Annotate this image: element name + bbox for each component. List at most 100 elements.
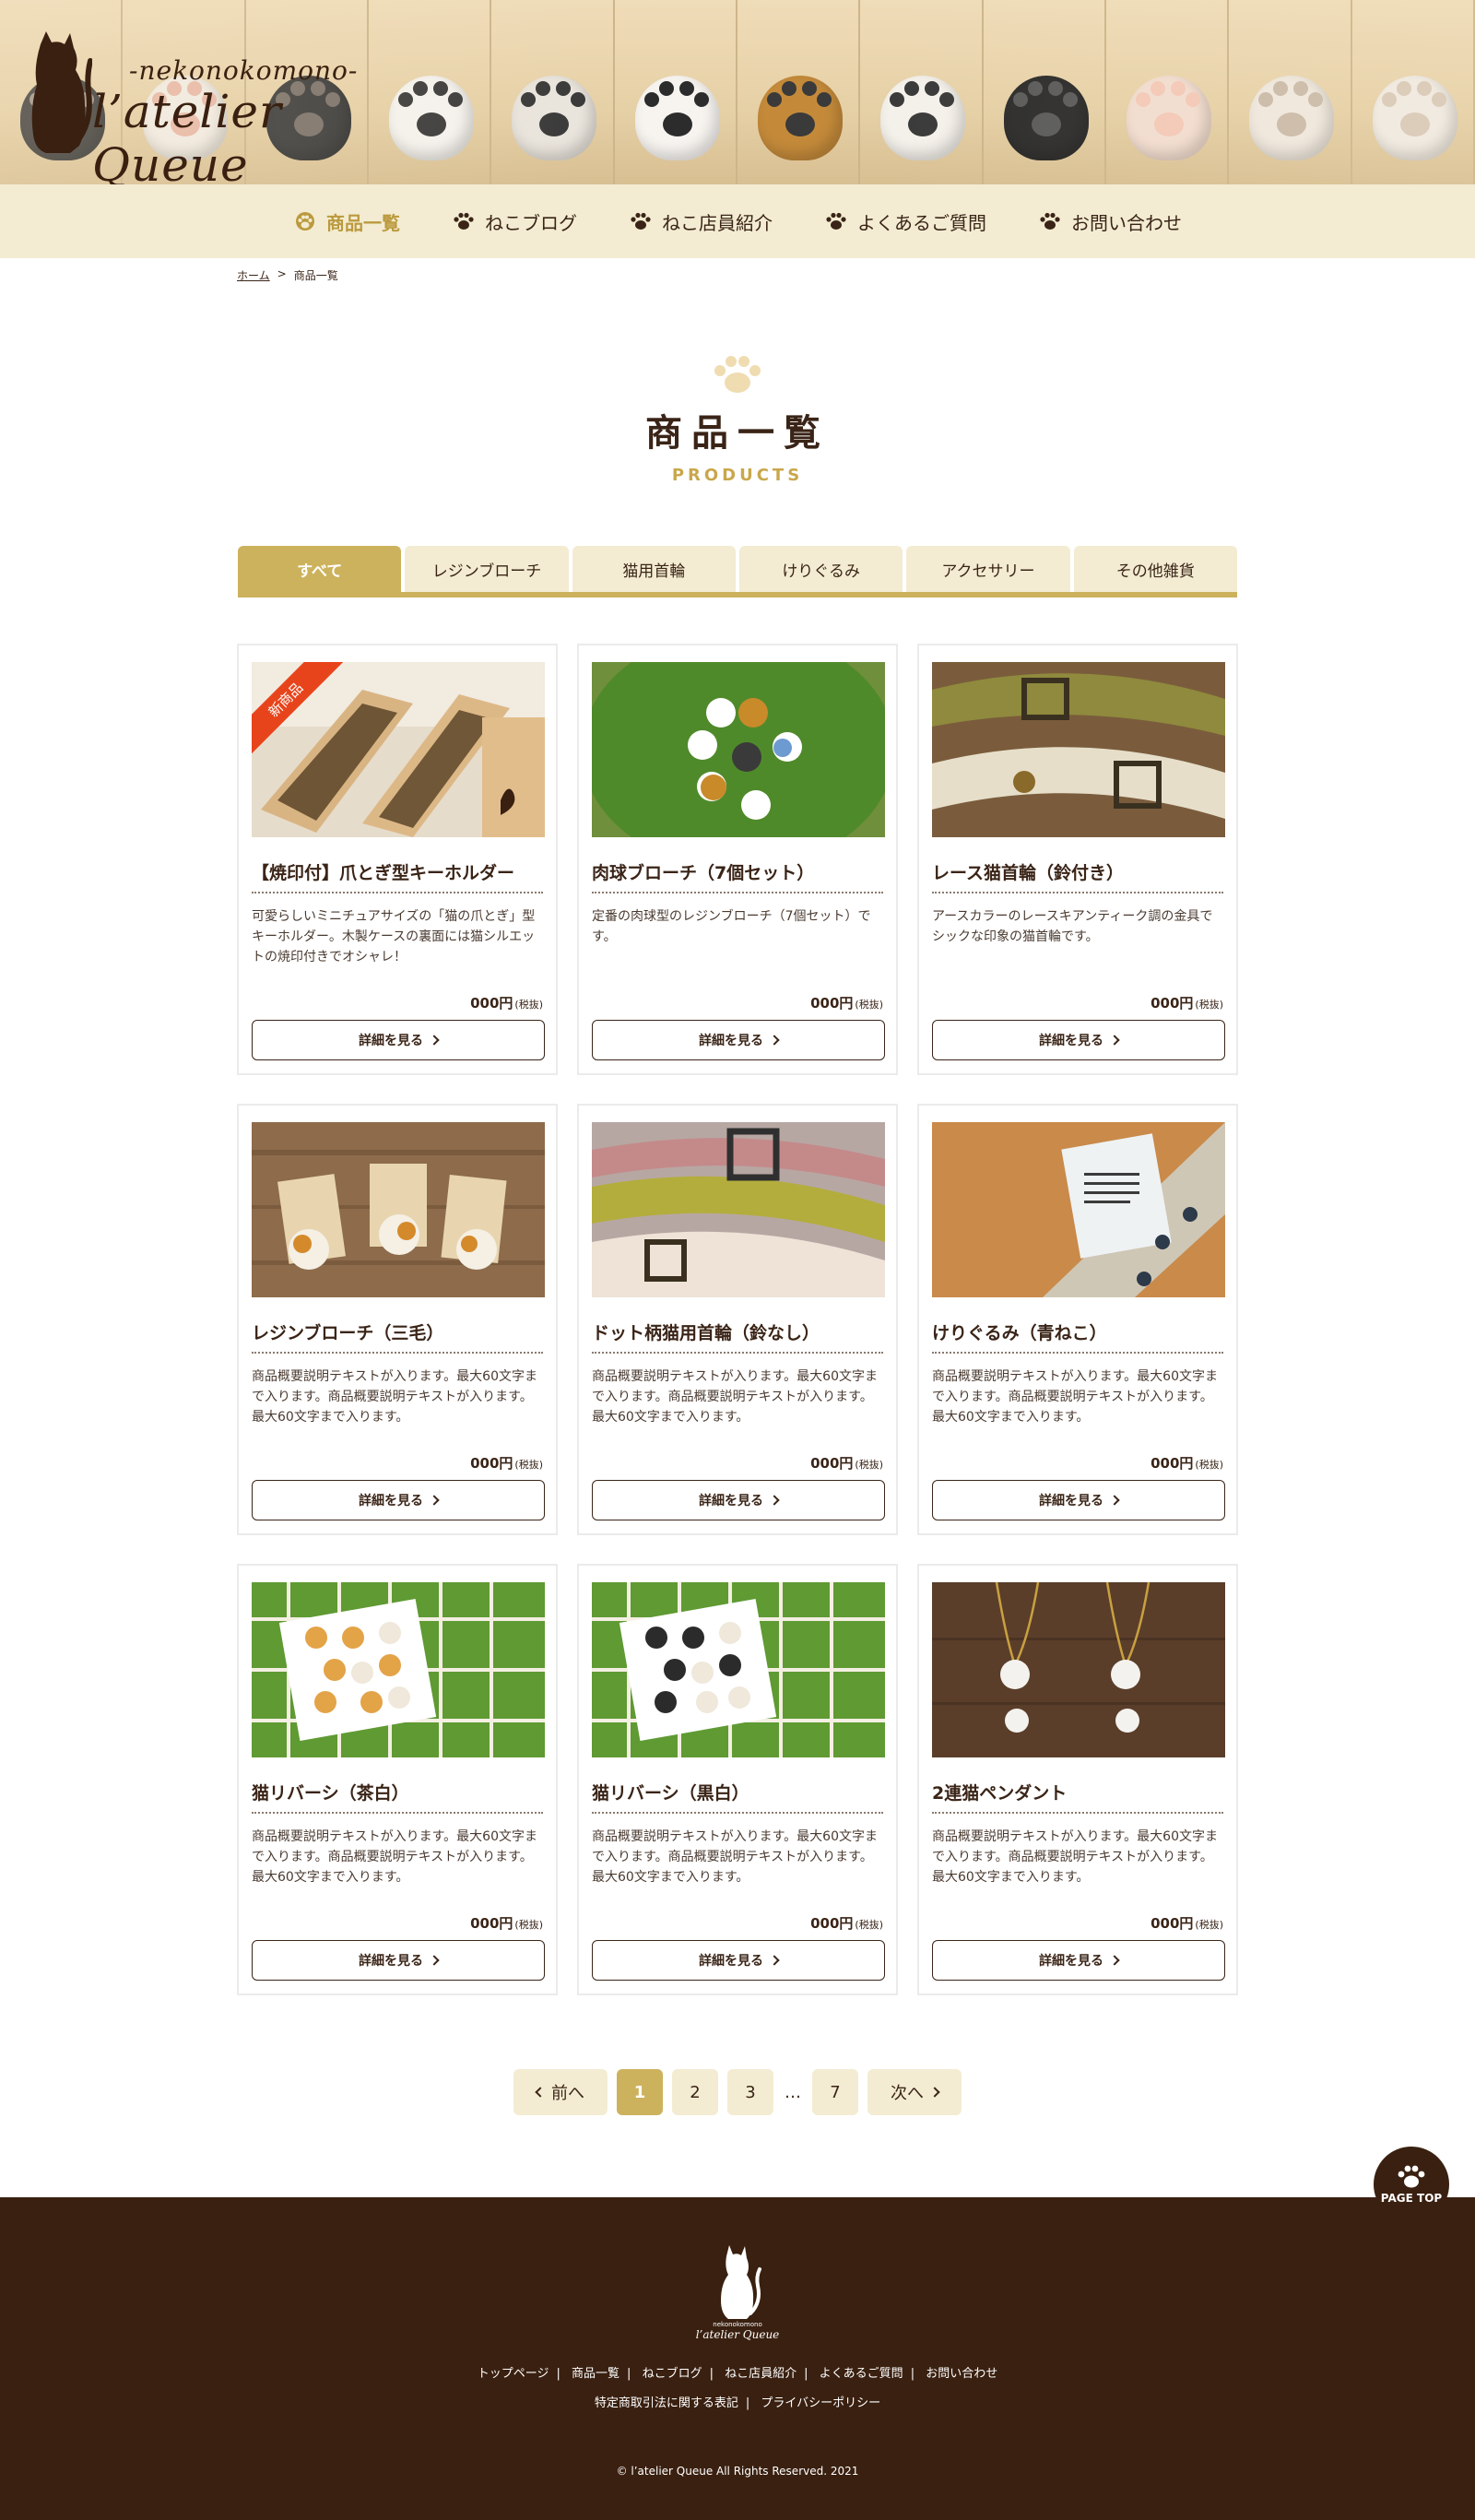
nav-item-faq[interactable]: よくあるご質問: [824, 208, 986, 235]
product-photo[interactable]: 新商品: [252, 662, 545, 837]
footer-link-blog[interactable]: ねこブログ: [643, 2367, 702, 2381]
nav-item-staff[interactable]: ねこ店員紹介: [629, 208, 773, 235]
paw-icon: [1398, 2165, 1425, 2188]
footer-link-tokushoho[interactable]: 特定商取引法に関する表記: [595, 2396, 738, 2410]
logo-name: l’atelier Queue: [92, 85, 282, 184]
tab-cat-collar[interactable]: 猫用首輪: [572, 546, 736, 592]
detail-button[interactable]: 詳細を見る: [252, 1480, 545, 1520]
nav-item-products[interactable]: 商品一覧: [293, 208, 400, 235]
product-image-reversi-black: [592, 1582, 885, 1757]
page-top-button[interactable]: PAGE TOP: [1374, 2147, 1449, 2222]
nav-item-blog[interactable]: ねこブログ: [452, 208, 577, 235]
footer-link-top[interactable]: トップページ: [478, 2367, 549, 2381]
breadcrumb-current: 商品一覧: [293, 269, 338, 282]
site-footer: nekonokomono l’atelier Queue トップページ | 商品一…: [0, 2197, 1475, 2520]
chevron-right-icon: [429, 1495, 440, 1506]
paw-icon: [714, 356, 761, 393]
product-price: 000円 (税抜): [1150, 1915, 1223, 1932]
product-price: 000円 (税抜): [810, 1915, 883, 1932]
footer-link-products[interactable]: 商品一覧: [572, 2367, 620, 2381]
detail-button[interactable]: 詳細を見る: [932, 1020, 1225, 1060]
chevron-right-icon: [769, 1955, 780, 1966]
paw-icon: [826, 212, 846, 230]
product-photo[interactable]: [932, 1582, 1225, 1757]
product-name[interactable]: 肉球ブローチ（7個セット）: [592, 859, 883, 893]
page-1-button[interactable]: 1: [617, 2069, 663, 2115]
footer-link-privacy[interactable]: プライバシーポリシー: [761, 2396, 880, 2410]
tab-resin-brooch[interactable]: レジンブローチ: [405, 546, 569, 592]
product-image-pendant: [932, 1582, 1225, 1757]
nav-label: 商品一覧: [326, 211, 400, 234]
footer-legal-links: 特定商取引法に関する表記 | プライバシーポリシー: [594, 2396, 881, 2410]
nav-label: よくあるご質問: [857, 211, 986, 234]
product-image-dot-collar: [592, 1122, 885, 1297]
page-subtitle: PRODUCTS: [671, 466, 804, 485]
pagination-ellipsis: …: [785, 2082, 801, 2102]
product-name[interactable]: レース猫首輪（鈴付き）: [932, 859, 1223, 893]
product-grid: 新商品 【焼印付】爪とぎ型キーホルダー 可愛らしいミニチュアサイズの「猫の爪とぎ…: [237, 644, 1238, 1995]
detail-button[interactable]: 詳細を見る: [592, 1020, 885, 1060]
tab-kicker-toy[interactable]: けりぐるみ: [738, 546, 903, 592]
tab-accessory[interactable]: アクセサリー: [906, 546, 1070, 592]
detail-button[interactable]: 詳細を見る: [932, 1940, 1225, 1981]
tab-other-goods[interactable]: その他雑貨: [1073, 546, 1237, 592]
nav-label: ねこ店員紹介: [662, 211, 773, 234]
detail-button[interactable]: 詳細を見る: [252, 1020, 545, 1060]
product-photo[interactable]: [592, 662, 885, 837]
product-photo[interactable]: [592, 1122, 885, 1297]
product-photo[interactable]: [252, 1122, 545, 1297]
paw-icon: [454, 212, 474, 230]
next-page-button[interactable]: 次へ: [867, 2069, 962, 2115]
page-last-button[interactable]: 7: [812, 2069, 858, 2115]
detail-button[interactable]: 詳細を見る: [592, 1480, 885, 1520]
page-3-button[interactable]: 3: [727, 2069, 773, 2115]
product-photo[interactable]: [932, 662, 1225, 837]
product-photo[interactable]: [252, 1582, 545, 1757]
site-header: -nekonokomono- l’atelier Queue 商品一覧 ねこブロ…: [0, 0, 1475, 258]
logo-subtitle: -nekonokomono-: [129, 55, 359, 86]
paw-icon: [631, 212, 651, 230]
product-description: 商品概要説明テキストが入ります。最大60文字まで入ります。商品概要説明テキストが…: [932, 1829, 1218, 1885]
product-name[interactable]: 2連猫ペンダント: [932, 1780, 1223, 1814]
cat-silhouette-icon: [31, 31, 92, 153]
product-price: 000円 (税抜): [810, 995, 883, 1012]
nav-item-contact[interactable]: お問い合わせ: [1038, 208, 1182, 235]
footer-links: トップページ | 商品一覧 | ねこブログ | ねこ店員紹介 | よくあるご質問 | お問…: [477, 2367, 998, 2381]
footer-link-contact[interactable]: お問い合わせ: [926, 2367, 997, 2381]
product-description: 商品概要説明テキストが入ります。最大60文字まで入ります。商品概要説明テキストが…: [592, 1369, 878, 1425]
product-image-paw-brooch: [592, 662, 885, 837]
product-price: 000円 (税抜): [470, 995, 543, 1012]
product-photo[interactable]: [592, 1582, 885, 1757]
product-image-kicker-toy: [932, 1122, 1225, 1297]
footer-logo[interactable]: nekonokomono l’atelier Queue: [696, 2243, 779, 2347]
chevron-right-icon: [769, 1495, 780, 1506]
product-name[interactable]: 猫リバーシ（茶白）: [252, 1780, 543, 1814]
product-price: 000円 (税抜): [1150, 1455, 1223, 1472]
detail-button[interactable]: 詳細を見る: [932, 1480, 1225, 1520]
page-2-button[interactable]: 2: [672, 2069, 718, 2115]
global-nav: 商品一覧 ねこブログ ねこ店員紹介 よくあるご質問 お問い合わせ: [0, 184, 1475, 258]
prev-page-button[interactable]: 前へ: [513, 2069, 608, 2115]
product-card: ドット柄猫用首輪（鈴なし） 商品概要説明テキストが入ります。最大60文字まで入り…: [577, 1104, 898, 1535]
detail-button[interactable]: 詳細を見る: [252, 1940, 545, 1981]
product-card: 新商品 【焼印付】爪とぎ型キーホルダー 可愛らしいミニチュアサイズの「猫の爪とぎ…: [237, 644, 558, 1075]
product-photo[interactable]: [932, 1122, 1225, 1297]
breadcrumb-home-link[interactable]: ホーム: [237, 267, 270, 283]
product-description: 商品概要説明テキストが入ります。最大60文字まで入ります。商品概要説明テキストが…: [592, 1829, 878, 1885]
site-logo[interactable]: -nekonokomono- l’atelier Queue: [28, 28, 415, 184]
footer-link-faq[interactable]: よくあるご質問: [820, 2367, 903, 2381]
product-card: 2連猫ペンダント 商品概要説明テキストが入ります。最大60文字まで入ります。商品…: [917, 1564, 1238, 1995]
product-name[interactable]: 【焼印付】爪とぎ型キーホルダー: [252, 859, 543, 893]
paw-icon: [1040, 212, 1060, 230]
tab-all[interactable]: すべて: [238, 546, 402, 592]
product-name[interactable]: ドット柄猫用首輪（鈴なし）: [592, 1319, 883, 1354]
footer-link-staff[interactable]: ねこ店員紹介: [725, 2367, 796, 2381]
product-price: 000円 (税抜): [1150, 995, 1223, 1012]
product-name[interactable]: けりぐるみ（青ねこ）: [932, 1319, 1223, 1354]
product-name[interactable]: レジンブローチ（三毛）: [252, 1319, 543, 1354]
detail-button[interactable]: 詳細を見る: [592, 1940, 885, 1981]
product-name[interactable]: 猫リバーシ（黒白）: [592, 1780, 883, 1814]
hero-banner: -nekonokomono- l’atelier Queue: [0, 0, 1475, 184]
product-description: 商品概要説明テキストが入ります。最大60文字まで入ります。商品概要説明テキストが…: [252, 1829, 537, 1885]
product-price: 000円 (税抜): [810, 1455, 883, 1472]
